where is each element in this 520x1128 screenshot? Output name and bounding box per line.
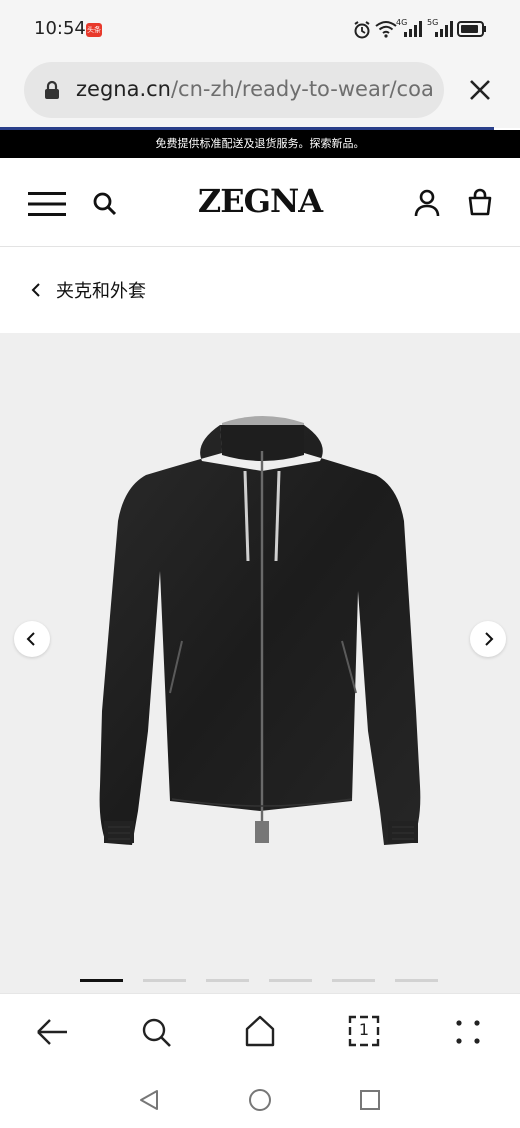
pagination-dot[interactable] [143, 979, 186, 982]
close-icon[interactable] [462, 72, 498, 108]
alarm-icon [354, 21, 370, 39]
pagination-dot[interactable] [80, 979, 123, 982]
brand-logo[interactable]: ZEGNA [0, 182, 520, 220]
status-time: 10:54 [34, 18, 86, 39]
chevron-left-icon [31, 283, 40, 297]
url-text[interactable]: zegna.cn/cn-zh/ready-to-wear/coa [76, 77, 434, 101]
wifi-icon [375, 21, 397, 38]
product-image[interactable] [90, 411, 435, 851]
pagination-dot[interactable] [395, 979, 438, 982]
breadcrumb-label: 夹克和外套 [56, 281, 146, 302]
promo-banner[interactable]: 免费提供标准配送及退货服务。探索新品。 [0, 130, 520, 158]
pagination-dot[interactable] [332, 979, 375, 982]
gallery-prev-button[interactable] [14, 621, 50, 657]
home-icon[interactable] [243, 1014, 277, 1048]
bag-icon[interactable] [467, 188, 493, 216]
more-icon[interactable] [454, 1018, 482, 1046]
url-path: /cn-zh/ready-to-wear/coa [170, 77, 434, 101]
signal-2-icon [435, 21, 453, 37]
product-gallery[interactable] [0, 333, 520, 993]
back-triangle-icon[interactable] [137, 1088, 161, 1112]
account-icon[interactable] [414, 189, 440, 217]
search-icon[interactable] [140, 1016, 174, 1050]
breadcrumb[interactable]: 夹克和外套 [30, 276, 146, 304]
address-bar[interactable]: zegna.cn/cn-zh/ready-to-wear/coa [24, 62, 444, 118]
url-domain: zegna.cn [76, 77, 171, 101]
chevron-left-icon [26, 632, 35, 646]
home-circle-icon[interactable] [248, 1088, 272, 1112]
signal-icon [404, 21, 422, 37]
tab-count: 1 [358, 1020, 370, 1039]
pagination-dot[interactable] [206, 979, 249, 982]
back-icon[interactable] [34, 1016, 70, 1048]
pagination-dot[interactable] [269, 979, 312, 982]
gallery-next-button[interactable] [470, 621, 506, 657]
recents-square-icon[interactable] [359, 1089, 381, 1111]
toutiao-app-icon: 头条 [86, 23, 102, 37]
lock-icon [45, 80, 59, 99]
gallery-pagination [80, 979, 438, 982]
tabs-button[interactable]: 1 [348, 1015, 380, 1047]
battery-icon [457, 21, 486, 37]
chevron-right-icon [485, 632, 494, 646]
